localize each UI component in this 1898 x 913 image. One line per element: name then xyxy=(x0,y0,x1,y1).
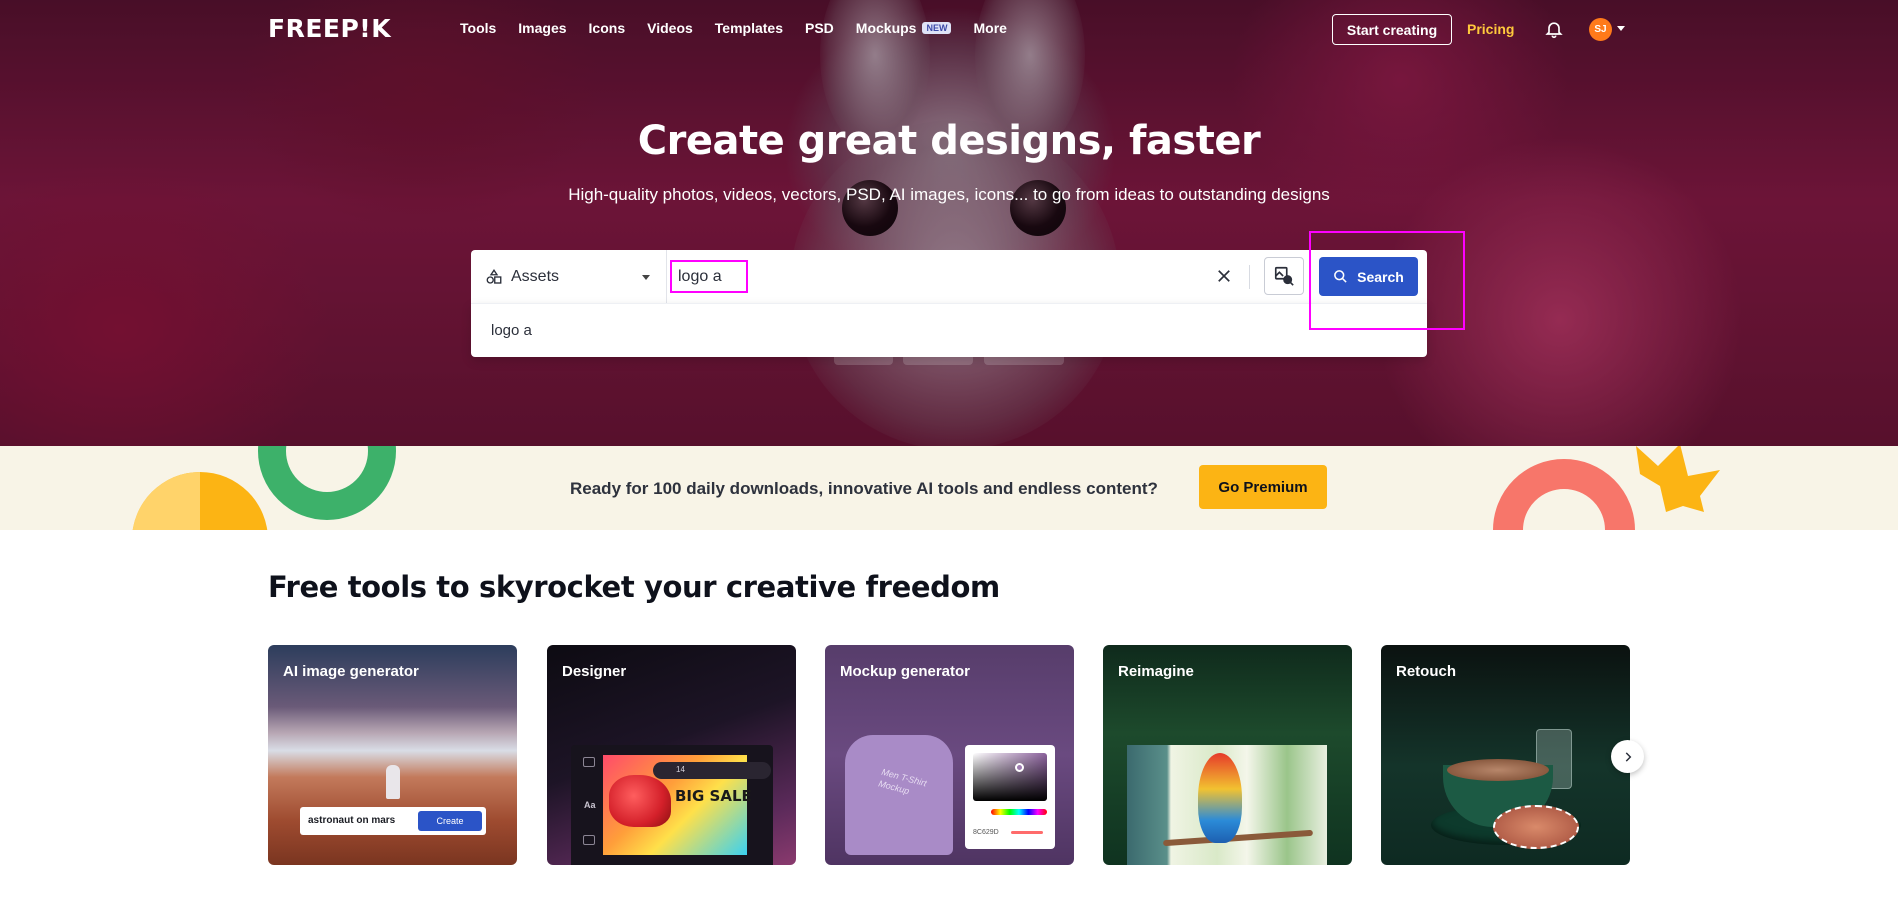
coffee-surface xyxy=(1447,759,1549,781)
nav-templates[interactable]: Templates xyxy=(715,20,783,36)
asset-type-select[interactable]: Assets xyxy=(471,250,667,303)
shapes-icon xyxy=(583,835,595,845)
page-title: Create great designs, faster xyxy=(637,118,1261,164)
shirt-text: Men T-Shirt Mockup xyxy=(877,766,928,797)
nav-images[interactable]: Images xyxy=(518,20,566,36)
bell-icon[interactable] xyxy=(1544,19,1564,39)
color-knob xyxy=(1015,763,1024,772)
nav-links: Tools Images Icons Videos Templates PSD … xyxy=(460,20,1029,36)
hex-value: 8C629D xyxy=(973,829,999,836)
search-input[interactable] xyxy=(678,267,740,286)
divider xyxy=(1249,265,1250,289)
text-toolbar: 14 xyxy=(653,762,771,779)
nav-psd[interactable]: PSD xyxy=(805,20,834,36)
tool-card-retouch[interactable]: Retouch xyxy=(1381,645,1630,865)
tool-card-mockup-generator[interactable]: Mockup generator Men T-Shirt Mockup 8C62… xyxy=(825,645,1074,865)
start-creating-button[interactable]: Start creating xyxy=(1332,14,1452,45)
nav-mockups-label: Mockups xyxy=(855,20,917,36)
chevron-right-icon xyxy=(1625,751,1631,762)
carousel-next-button[interactable] xyxy=(1611,740,1644,773)
tool-card-ai-image-generator[interactable]: AI image generator astronaut on mars Cre… xyxy=(268,645,517,865)
hero-background xyxy=(0,0,1898,446)
grid-icon xyxy=(583,757,595,767)
card-title: Reimagine xyxy=(1118,663,1194,680)
assets-icon xyxy=(486,268,502,284)
prompt-text: astronaut on mars xyxy=(308,815,396,826)
create-button: Create xyxy=(418,811,482,831)
nav-more[interactable]: More xyxy=(973,20,1006,36)
new-badge: NEW xyxy=(922,22,952,34)
card-title: Retouch xyxy=(1396,663,1456,680)
image-search-icon xyxy=(1274,266,1294,286)
sneaker-image xyxy=(609,775,671,827)
page-subtitle: High-quality photos, videos, vectors, PS… xyxy=(568,185,1330,204)
nav-icons[interactable]: Icons xyxy=(589,20,626,36)
color-gradient xyxy=(973,753,1047,801)
go-premium-button[interactable]: Go Premium xyxy=(1199,465,1327,509)
nav-mockups[interactable]: Mockups NEW xyxy=(856,20,952,36)
close-icon[interactable] xyxy=(1215,267,1233,285)
avatar[interactable]: SJ xyxy=(1589,18,1612,41)
search-button-label: Search xyxy=(1357,268,1404,285)
text-tool-label: Aa xyxy=(584,800,596,810)
retouch-selection xyxy=(1493,805,1579,849)
opacity-slider xyxy=(1011,831,1043,834)
chevron-down-icon xyxy=(642,275,650,280)
tshirt-mockup: Men T-Shirt Mockup xyxy=(845,735,953,855)
tool-card-designer[interactable]: Designer Aa BIG SALE 14 xyxy=(547,645,796,865)
nav-videos[interactable]: Videos xyxy=(647,20,693,36)
color-picker: 8C629D xyxy=(965,745,1055,849)
search-icon xyxy=(1334,270,1347,283)
font-size-value: 14 xyxy=(676,765,685,774)
sale-text: BIG SALE xyxy=(675,787,752,805)
parrot-image xyxy=(1198,753,1242,843)
search-button[interactable]: Search xyxy=(1319,257,1418,296)
freepik-logo[interactable]: FREEP!K xyxy=(268,14,391,43)
tool-card-reimagine[interactable]: Reimagine xyxy=(1103,645,1352,865)
top-navigation: FREEP!K Tools Images Icons Videos Templa… xyxy=(0,0,1898,58)
image-search-button[interactable] xyxy=(1264,257,1304,295)
hero-overlay xyxy=(0,0,1898,446)
asset-type-label: Assets xyxy=(511,267,560,285)
search-query-highlight xyxy=(670,260,748,293)
premium-banner: Ready for 100 daily downloads, innovativ… xyxy=(0,446,1898,530)
prompt-field: astronaut on mars Create xyxy=(300,807,486,835)
suggestion-item[interactable]: logo a xyxy=(491,322,532,339)
chevron-down-icon[interactable] xyxy=(1617,26,1625,31)
section-title: Free tools to skyrocket your creative fr… xyxy=(268,570,1000,604)
card-title: Mockup generator xyxy=(840,663,971,680)
search-suggestions: logo a xyxy=(471,303,1427,357)
card-title: AI image generator xyxy=(283,663,419,680)
astronaut-figure xyxy=(386,765,400,799)
hue-slider xyxy=(991,809,1047,815)
nav-tools[interactable]: Tools xyxy=(460,20,496,36)
premium-banner-text: Ready for 100 daily downloads, innovativ… xyxy=(570,479,1158,498)
search-bar: Assets Search xyxy=(471,250,1427,303)
pricing-link[interactable]: Pricing xyxy=(1467,21,1514,37)
card-title: Designer xyxy=(562,663,627,680)
